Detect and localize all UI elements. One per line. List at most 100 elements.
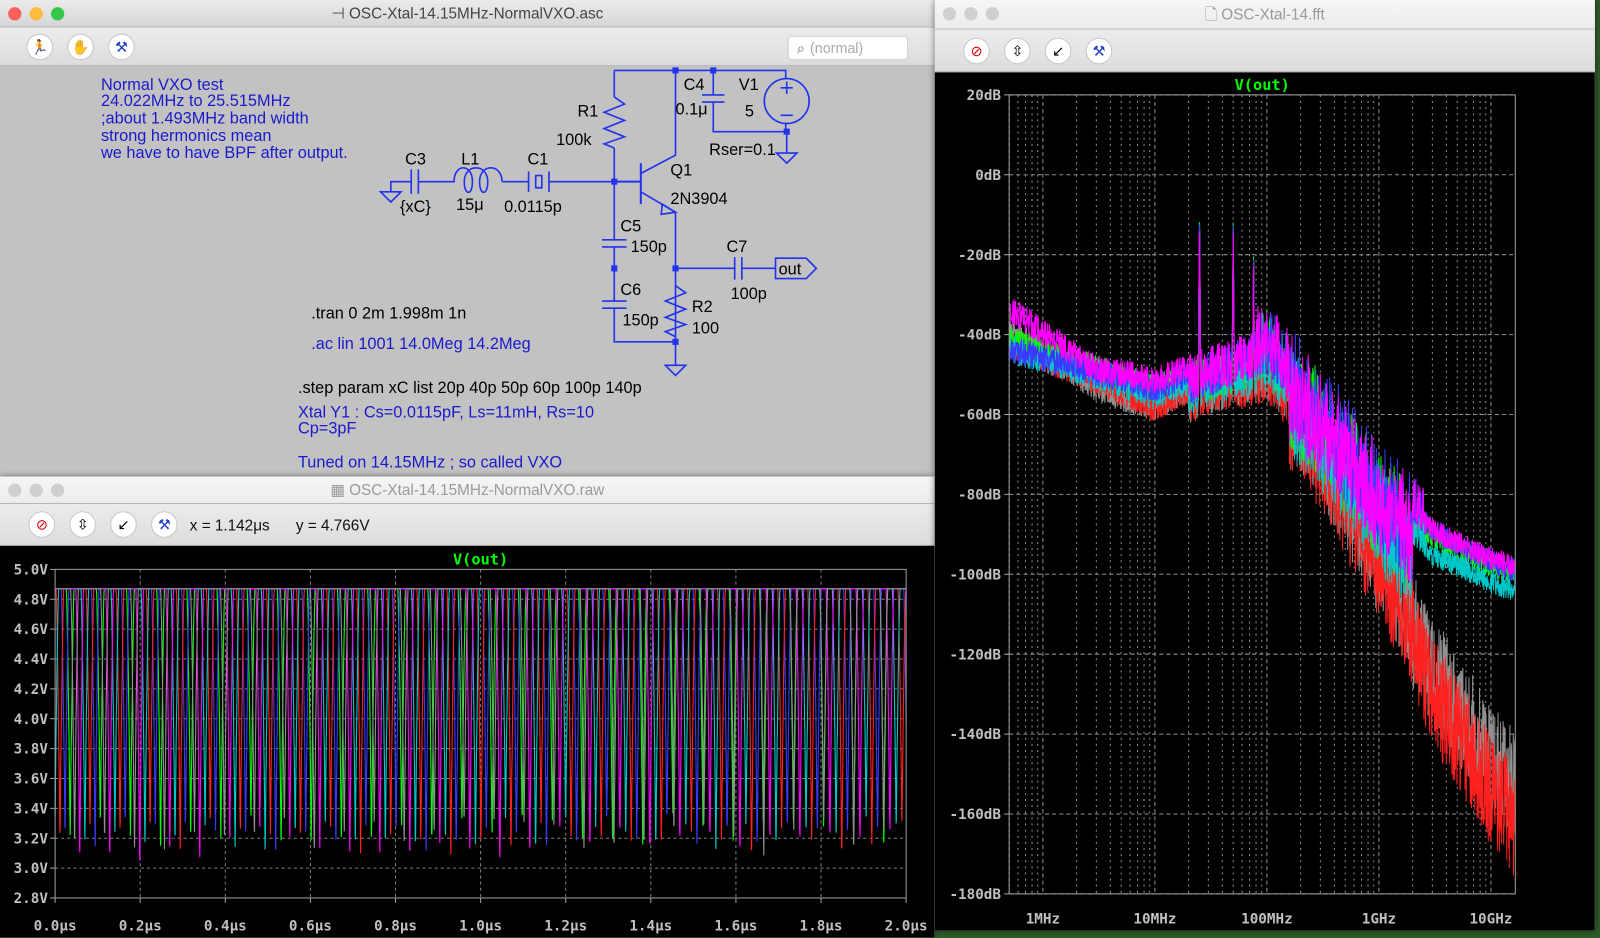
fft-plot[interactable]: V(out)20dB0dB-20dB-40dB-60dB-80dB-100dB-…	[935, 72, 1595, 930]
cursor-y-readout: y = 4.766V	[296, 517, 370, 534]
c3-value[interactable]: {xC}	[400, 198, 431, 216]
r1-value[interactable]: 100k	[556, 131, 592, 149]
close-button[interactable]	[943, 7, 956, 20]
y-tick-label: 4.8V	[14, 592, 49, 608]
run-icon[interactable]: 🏃	[27, 34, 54, 61]
window-title: OSC-Xtal-14.15MHz-NormalVXO.asc	[349, 5, 603, 22]
tran-directive[interactable]: .tran 0 2m 1.998m 1n	[311, 304, 466, 322]
autorange-icon[interactable]: ⇳	[69, 511, 96, 538]
l1-value[interactable]: 15μ	[456, 196, 484, 214]
waveform-window: ▦ OSC-Xtal-14.15MHz-NormalVXO.raw ⊘ ⇳ ↙ …	[0, 477, 935, 938]
minimize-button[interactable]	[30, 7, 43, 20]
transistor-doc-icon: ⊣	[331, 5, 349, 22]
search-icon: ⌕	[797, 39, 805, 56]
zoom-back-icon[interactable]: ↙	[110, 511, 137, 538]
hammer-icon[interactable]: ⚒	[108, 34, 135, 61]
v1-label[interactable]: V1	[739, 76, 759, 94]
search-input[interactable]: ⌕(normal)	[788, 36, 908, 60]
close-button[interactable]	[8, 484, 21, 497]
y-tick-label: 3.8V	[14, 742, 49, 758]
pan-hand-icon[interactable]: ✋	[67, 34, 94, 61]
zoom-back-icon[interactable]: ↙	[1045, 38, 1072, 65]
c6-label[interactable]: C6	[620, 281, 641, 299]
c6-value[interactable]: 150p	[622, 312, 658, 330]
c4-value[interactable]: 0.1μ	[676, 100, 708, 118]
schematic-window: ⊣ OSC-Xtal-14.15MHz-NormalVXO.asc 🏃 ✋ ⚒ …	[0, 0, 935, 477]
y-tick-label: 20dB	[967, 88, 1002, 104]
y-tick-label: 0dB	[975, 168, 1001, 184]
y-tick-label: -40dB	[958, 328, 1001, 344]
q1-value[interactable]: 2N3904	[670, 190, 727, 208]
c3-symbol	[391, 169, 419, 193]
c7-value[interactable]: 100p	[731, 285, 767, 303]
v1-rser[interactable]: Rser=0.1	[709, 141, 776, 159]
autorange-icon[interactable]: ⇳	[1004, 38, 1031, 65]
y-tick-label: 3.6V	[14, 772, 49, 788]
r2-value[interactable]: 100	[692, 320, 719, 338]
l1-label[interactable]: L1	[461, 150, 479, 168]
c7-symbol	[676, 257, 776, 279]
window-title: OSC-Xtal-14.fft	[1221, 6, 1325, 23]
y-tick-label: 3.2V	[14, 831, 49, 847]
ac-directive[interactable]: .ac lin 1001 14.0Meg 14.2Meg	[311, 335, 530, 353]
tuned-comment[interactable]: Tuned on 14.15MHz ; so called VXO	[298, 453, 562, 471]
zoom-cancel-icon[interactable]: ⊘	[29, 511, 56, 538]
y-tick-label: 3.0V	[14, 861, 49, 877]
r2-label[interactable]: R2	[692, 298, 713, 316]
x-tick-label: 1.8μs	[800, 919, 843, 935]
waveform-plot[interactable]: V(out)5.0V4.8V4.6V4.4V4.2V4.0V3.8V3.6V3.…	[0, 546, 935, 938]
minimize-button[interactable]	[30, 484, 43, 497]
hammer-icon[interactable]: ⚒	[151, 511, 178, 538]
x-tick-label: 2.0μs	[885, 919, 928, 935]
x-tick-label: 1GHz	[1362, 911, 1396, 927]
c4-label[interactable]: C4	[684, 76, 705, 94]
y-tick-label: 4.2V	[14, 682, 49, 698]
c7-label[interactable]: C7	[727, 238, 748, 256]
minimize-button[interactable]	[964, 7, 977, 20]
cursor-x-readout: x = 1.142μs	[190, 517, 270, 534]
ground-r2	[665, 342, 685, 376]
c1-value[interactable]: 0.0115p	[504, 198, 562, 216]
fft-window: 🗋 OSC-Xtal-14.fft ⊘ ⇳ ↙ ⚒ V(out) 20dB 0dB -…	[935, 0, 1595, 931]
window-title: OSC-Xtal-14.15MHz-NormalVXO.raw	[349, 482, 604, 499]
out-net-label[interactable]: out	[779, 260, 802, 278]
fft-toolbar: ⊘ ⇳ ↙ ⚒	[935, 30, 1595, 73]
plot-title: V(out)	[453, 550, 508, 568]
xtal-comment-cp[interactable]: Cp=3pF	[298, 420, 357, 438]
hammer-icon[interactable]: ⚒	[1086, 38, 1113, 65]
zoom-cancel-icon[interactable]: ⊘	[963, 38, 990, 65]
y-tick-label: 3.4V	[14, 801, 49, 817]
step-directive[interactable]: .step param xC list 20p 40p 50p 60p 100p…	[298, 379, 642, 397]
y-tick-label: 5.0V	[14, 562, 49, 578]
v1-value[interactable]: 5	[745, 102, 754, 120]
x-tick-label: 0.0μs	[34, 919, 77, 935]
c5-value[interactable]: 150p	[631, 238, 667, 256]
c3-label[interactable]: C3	[405, 150, 426, 168]
c5-label[interactable]: C5	[620, 218, 641, 236]
comment-line: Normal VXO test	[101, 76, 224, 94]
zoom-button[interactable]	[51, 484, 64, 497]
y-tick-label: -140dB	[949, 727, 1001, 743]
close-button[interactable]	[8, 7, 21, 20]
comment-line: we have to have BPF after output.	[100, 144, 348, 162]
fft-titlebar[interactable]: 🗋 OSC-Xtal-14.fft	[935, 0, 1595, 30]
schematic-canvas[interactable]: Normal VXO test 24.022MHz to 25.515MHz ;…	[0, 66, 935, 476]
y-tick-label: -20dB	[958, 248, 1001, 264]
y-tick-label: 4.0V	[14, 712, 49, 728]
x-tick-label: 0.4μs	[204, 919, 247, 935]
y-tick-label: -80dB	[958, 487, 1001, 503]
zoom-button[interactable]	[986, 7, 999, 20]
x-tick-label: 0.6μs	[289, 919, 332, 935]
c1-label[interactable]: C1	[528, 150, 549, 168]
c6-symbol	[602, 301, 626, 308]
q1-label[interactable]: Q1	[670, 162, 692, 180]
waveform-titlebar[interactable]: ▦ OSC-Xtal-14.15MHz-NormalVXO.raw	[0, 477, 935, 505]
zoom-button[interactable]	[51, 7, 64, 20]
xtal-comment[interactable]: Xtal Y1 : Cs=0.0115pF, Ls=11mH, Rs=10	[298, 403, 594, 421]
c1-crystal-symbol	[502, 171, 551, 191]
r1-label[interactable]: R1	[578, 102, 599, 120]
x-tick-label: 10MHz	[1133, 911, 1176, 927]
plot-title: V(out)	[1235, 76, 1290, 94]
schematic-titlebar[interactable]: ⊣ OSC-Xtal-14.15MHz-NormalVXO.asc	[0, 0, 935, 28]
y-tick-label: 4.4V	[14, 652, 49, 668]
